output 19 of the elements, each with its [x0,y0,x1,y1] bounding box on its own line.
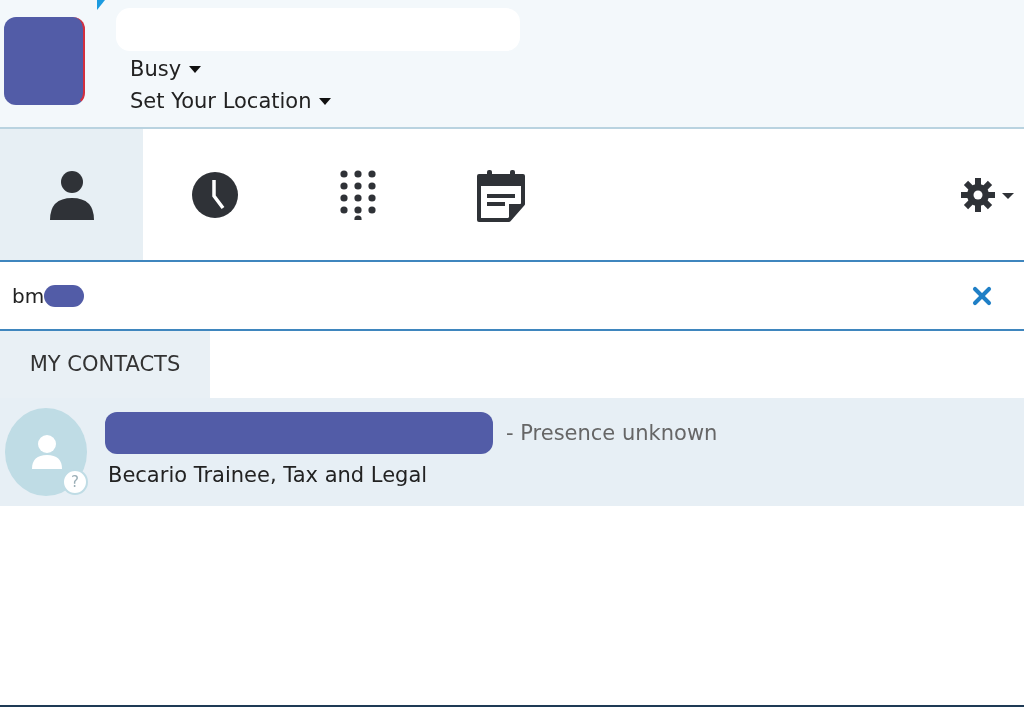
nav-tab[interactable] [0,129,143,260]
clock-icon [190,169,239,220]
redaction-block [44,284,85,307]
location-dropdown[interactable]: Set Your Location [130,87,332,115]
contact-title: Becario Trainee, Tax and Legal [108,462,429,490]
settings-icon [961,177,1017,212]
status-dropdown[interactable]: Busy [130,55,202,83]
caret-icon [319,97,332,105]
presence-badge: ? [62,469,88,495]
search-value: bm [12,282,45,310]
list-tab[interactable]: MY CONTACTS [0,331,210,398]
avatar-icon [4,407,88,497]
corner-icon [97,0,105,10]
contact-row[interactable]: ? - Presence unknown Becario Trainee, Tax and Legal [0,398,1024,506]
calendar-note-icon [474,167,527,222]
presence-text: - Presence unknown [506,419,718,447]
caret-icon [189,65,202,73]
person-icon [47,169,96,220]
dialpad-icon [337,169,378,220]
